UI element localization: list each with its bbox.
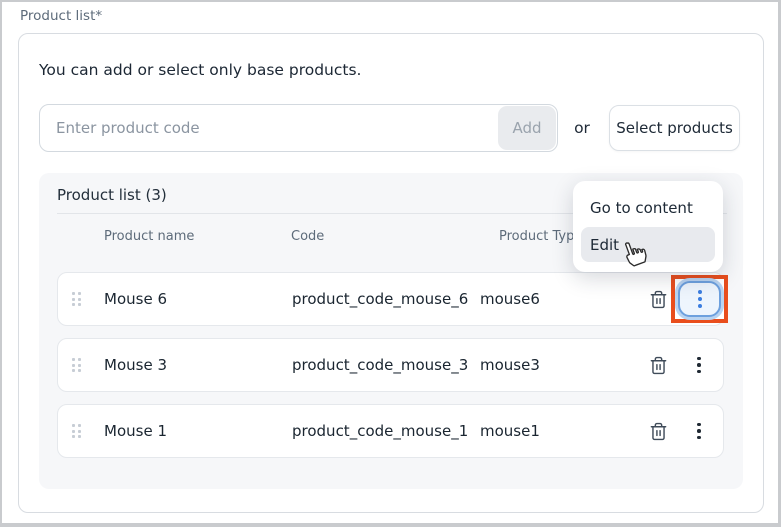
delete-button[interactable] [646,419,670,443]
drag-handle-icon[interactable] [72,424,81,438]
context-menu: Go to content Edit [573,181,723,272]
table-row: Mouse 6 product_code_mouse_6 mouse6 [57,272,724,326]
cell-product-type: mouse3 [480,339,540,391]
cell-code: product_code_mouse_6 [292,273,468,325]
or-text: or [564,104,600,152]
product-code-input-wrap: Add [39,104,558,152]
row-menu-button-active[interactable] [678,281,721,317]
cell-code: product_code_mouse_3 [292,339,468,391]
list-title: Product list (3) [57,186,167,204]
delete-button[interactable] [646,353,670,377]
intro-text: You can add or select only base products… [39,61,362,79]
cell-product-name: Mouse 6 [104,273,167,325]
table-row: Mouse 3 product_code_mouse_3 mouse3 [57,338,724,392]
cell-code: product_code_mouse_1 [292,405,468,457]
annotation-highlight [671,275,728,323]
cell-product-name: Mouse 3 [104,339,167,391]
kebab-icon [697,423,701,427]
cell-product-name: Mouse 1 [104,405,167,457]
row-menu-button[interactable] [691,419,707,443]
table-row: Mouse 1 product_code_mouse_1 mouse1 [57,404,724,458]
cell-product-type: mouse6 [480,273,540,325]
add-button[interactable]: Add [498,106,556,150]
product-code-input[interactable] [40,105,557,151]
field-label: Product list* [20,8,102,24]
trash-icon [649,290,668,309]
menu-item-edit[interactable]: Edit [581,227,715,262]
select-products-button[interactable]: Select products [609,105,740,151]
column-header-code: Code [291,229,324,244]
trash-icon [649,356,668,375]
drag-handle-icon[interactable] [72,358,81,372]
cell-product-type: mouse1 [480,405,540,457]
drag-handle-icon[interactable] [72,292,81,306]
trash-icon [649,422,668,441]
delete-button[interactable] [646,287,670,311]
kebab-icon [697,357,701,361]
menu-item-go-to-content[interactable]: Go to content [573,189,723,227]
column-header-product-name: Product name [104,229,194,244]
product-list-card: You can add or select only base products… [18,33,764,513]
screenshot-frame: Product list* You can add or select only… [0,0,781,527]
column-header-product-type: Product Type [499,229,582,244]
kebab-icon [698,290,702,294]
row-menu-button[interactable] [691,353,707,377]
